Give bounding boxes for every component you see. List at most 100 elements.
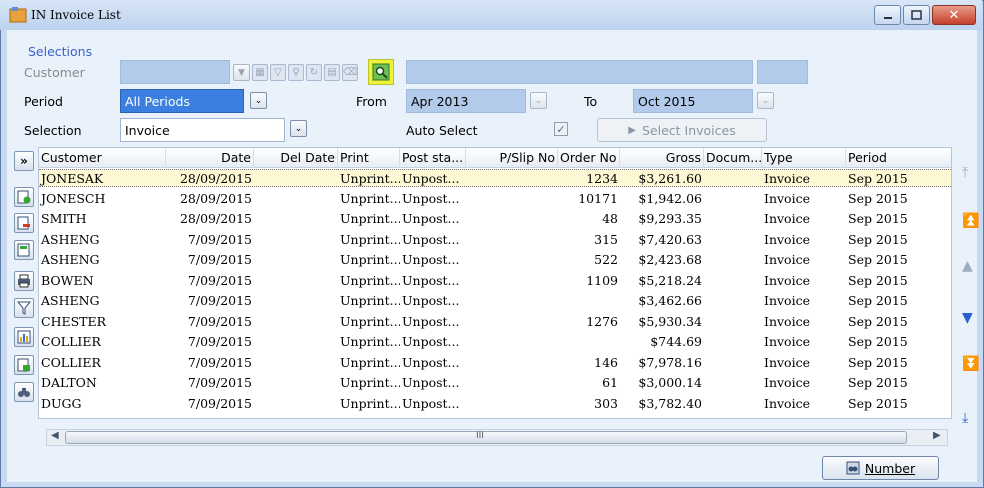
export-button[interactable] (14, 355, 34, 375)
column-header-customer[interactable]: Customer (39, 148, 166, 168)
column-header-order-no[interactable]: Order No (558, 148, 620, 168)
table-row[interactable]: DALTON 7/09/2015 Unprint... Unpost... 61 $3,0… (39, 374, 951, 392)
cell-print: Unprint... (340, 211, 400, 226)
expand-panel-button[interactable]: » (14, 151, 34, 171)
delete-invoice-button[interactable] (14, 213, 34, 233)
hint-button[interactable]: ♀ (288, 64, 304, 81)
to-label: To (584, 94, 598, 109)
page-down-icon[interactable]: ⏬ (962, 356, 979, 372)
title-bar[interactable]: IN Invoice List ✕ (0, 0, 982, 30)
cell-gross: $5,930.34 (638, 313, 702, 329)
column-header-print[interactable]: Print (338, 148, 400, 168)
cell-del-date (254, 354, 338, 372)
cell-customer: JONESAK (41, 171, 104, 186)
minimize-icon (883, 17, 892, 19)
cell-post-status: Unpost... (402, 190, 460, 206)
cell-print: Unprint... (340, 313, 400, 329)
column-header-document[interactable]: Docum... (704, 148, 762, 168)
first-record-icon[interactable]: ⤒ (962, 165, 968, 181)
table-row[interactable]: ASHENG 7/09/2015 Unprint... Unpost... 315 $7,… (39, 231, 951, 249)
cell-pslip-no (466, 231, 558, 249)
grid-lookup-button[interactable]: ▦ (252, 64, 268, 81)
page-up-icon[interactable]: ⏫ (962, 213, 979, 229)
table-row[interactable]: ASHENG 7/09/2015 Unprint... Unpost... $3,462… (39, 292, 951, 310)
filter-button[interactable] (14, 298, 34, 318)
to-period-field[interactable]: Oct 2015 (633, 89, 753, 113)
to-dropdown-button[interactable]: ⌄ (757, 92, 774, 109)
invoice-grid[interactable]: Customer Date Del Date Print Post sta...… (38, 147, 952, 419)
horizontal-scrollbar[interactable]: ◀ III ▶ (46, 429, 948, 446)
cell-document (704, 272, 762, 290)
table-row[interactable]: JONESCH 28/09/2015 Unprint... Unpost... 1017… (39, 190, 951, 208)
cell-document (704, 190, 762, 208)
column-header-date[interactable]: Date (166, 148, 254, 168)
print-button[interactable] (14, 271, 34, 291)
customer-code-field (757, 60, 808, 84)
cell-customer: DUGG (41, 395, 82, 411)
next-record-icon[interactable]: ▼ (962, 310, 973, 326)
scrollbar-thumb[interactable]: III (65, 431, 907, 444)
table-row[interactable]: ASHENG 7/09/2015 Unprint... Unpost... 522 $2,… (39, 251, 951, 269)
auto-select-label: Auto Select (406, 123, 478, 138)
selection-dropdown-button[interactable]: ⌄ (290, 120, 307, 137)
close-icon: ✕ (948, 7, 960, 23)
cell-order-no: 303 (594, 395, 618, 411)
check-icon: ✓ (556, 122, 566, 136)
cell-del-date (254, 333, 338, 351)
table-row[interactable]: DUGG 7/09/2015 Unprint... Unpost... 303 $3,78… (39, 395, 951, 413)
table-row[interactable]: COLLIER 7/09/2015 Unprint... Unpost... 146 $7… (39, 354, 951, 372)
column-header-period[interactable]: Period (846, 148, 951, 168)
edit-invoice-button[interactable] (14, 240, 34, 260)
select-invoices-button[interactable]: ▶ Select Invoices (597, 118, 767, 142)
from-period-field[interactable]: Apr 2013 (406, 89, 526, 113)
report-button[interactable] (14, 327, 34, 347)
table-row[interactable]: BOWEN 7/09/2015 Unprint... Unpost... 1109 $5,… (39, 272, 951, 290)
app-icon (9, 7, 27, 23)
filter-lookup-button[interactable]: ▽ (270, 64, 286, 81)
column-header-type[interactable]: Type (762, 148, 846, 168)
cell-type: Invoice (764, 171, 810, 186)
binoculars-icon (18, 388, 30, 397)
search-icon (372, 63, 390, 81)
clear-button[interactable]: ⌫ (342, 64, 358, 81)
add-invoice-button[interactable] (14, 187, 34, 207)
cell-del-date (254, 210, 338, 228)
period-dropdown-button[interactable]: ⌄ (250, 92, 267, 109)
chevron-down-icon: ⌄ (254, 95, 263, 106)
scroll-left-icon[interactable]: ◀ (51, 430, 59, 441)
last-record-icon[interactable]: ⤓ (962, 410, 968, 426)
column-header-post-status[interactable]: Post sta... (400, 148, 466, 168)
cell-pslip-no (466, 374, 558, 392)
number-button[interactable]: Number (822, 456, 939, 480)
minimize-button[interactable] (874, 5, 901, 25)
new-record-button[interactable]: ▤ (324, 64, 340, 81)
period-select[interactable]: All Periods (120, 89, 244, 113)
from-dropdown-button[interactable]: ⌄ (530, 92, 547, 109)
column-header-pslip-no[interactable]: P/Slip No (466, 148, 558, 168)
column-header-gross[interactable]: Gross (620, 148, 704, 168)
table-row[interactable]: COLLIER 7/09/2015 Unprint... Unpost... $744.… (39, 333, 951, 351)
cell-customer: CHESTER (41, 313, 107, 329)
customer-dropdown-button[interactable]: ▼ (233, 64, 250, 81)
cell-date: 28/09/2015 (179, 211, 252, 226)
cell-period: Sep 2015 (848, 354, 908, 370)
cell-del-date (254, 292, 338, 310)
table-row[interactable]: JONESAK 28/09/2015 Unprint... Unpost... 1234… (39, 169, 951, 187)
cell-order-no: 1234 (586, 171, 618, 186)
selection-select[interactable]: Invoice (120, 118, 285, 142)
table-row[interactable]: CHESTER 7/09/2015 Unprint... Unpost... 1276 $… (39, 313, 951, 331)
table-row[interactable]: SMITH 28/09/2015 Unprint... Unpost... 48 $9,2… (39, 210, 951, 228)
cell-post-status: Unpost... (402, 293, 460, 308)
customer-input[interactable] (120, 60, 230, 84)
close-button[interactable]: ✕ (932, 5, 976, 25)
previous-record-icon[interactable]: ▲ (962, 258, 973, 274)
cell-customer: BOWEN (41, 272, 94, 288)
maximize-button[interactable] (903, 5, 930, 25)
auto-select-checkbox[interactable]: ✓ (554, 122, 568, 136)
find-button[interactable] (14, 382, 34, 402)
column-header-del-date[interactable]: Del Date (254, 148, 338, 168)
cell-gross: $5,218.24 (638, 272, 702, 288)
refresh-lookup-button[interactable]: ↻ (306, 64, 322, 81)
scroll-right-icon[interactable]: ▶ (933, 430, 941, 441)
search-button[interactable] (368, 59, 394, 85)
